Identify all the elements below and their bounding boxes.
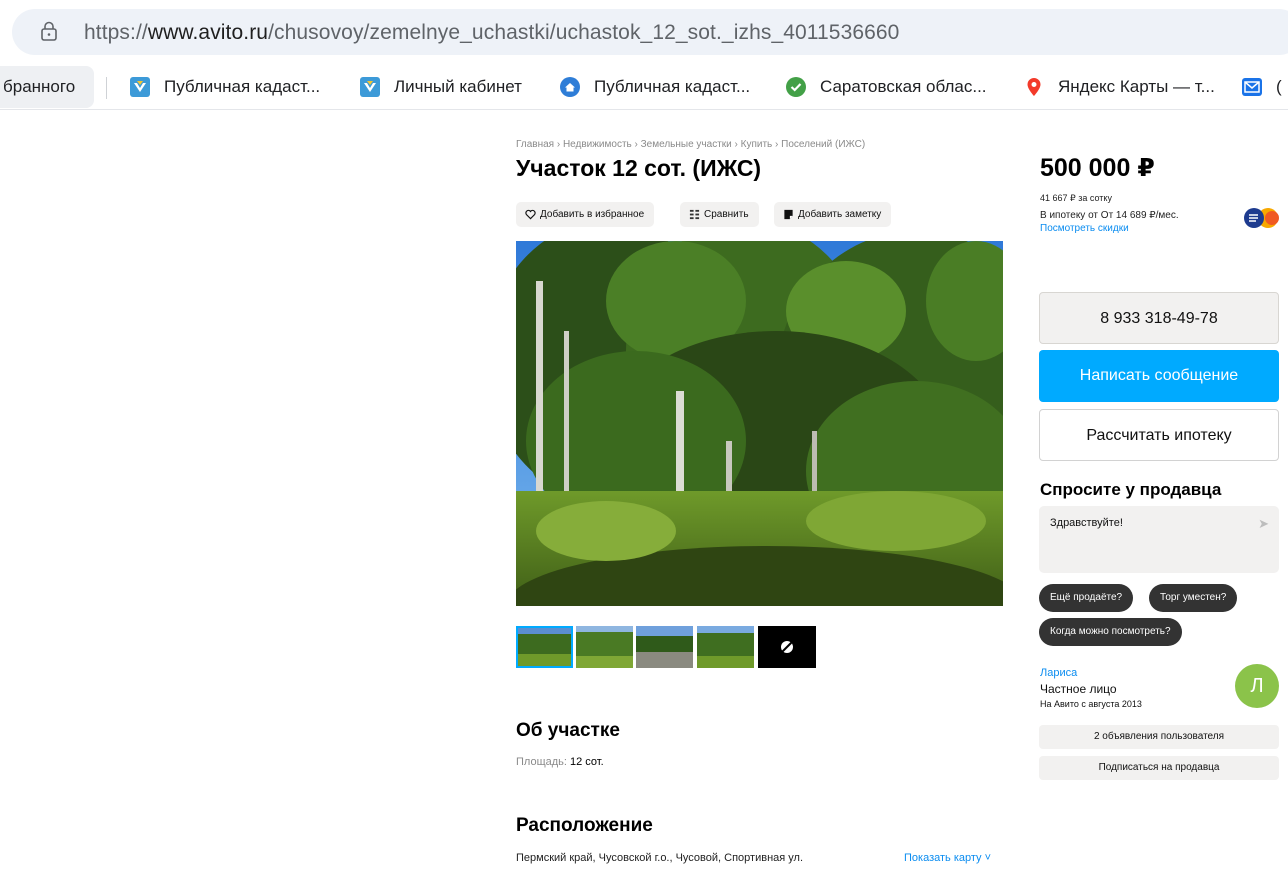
url-text[interactable]: https://www.avito.ru/chusovoy/zemelnye_u… <box>84 21 899 45</box>
forest-thumbnail-image <box>516 626 573 668</box>
map-pin-icon <box>1027 78 1041 96</box>
bookmark-label: Публичная кадаст... <box>164 77 321 96</box>
favorite-label: Добавить в избранное <box>540 209 645 220</box>
subscribe-seller-button[interactable]: Подписаться на продавца <box>1039 756 1279 780</box>
check-circle-icon <box>786 77 806 97</box>
compare-button[interactable]: Сравнить <box>680 202 759 227</box>
note-icon <box>784 209 793 220</box>
mail-icon <box>1242 78 1262 96</box>
thumbnail[interactable] <box>576 626 633 668</box>
main-photo[interactable] <box>516 241 1003 606</box>
bookmark-item[interactable]: Саратовская облас... <box>786 74 1000 100</box>
seller-type: Частное лицо <box>1040 682 1117 696</box>
note-label: Добавить заметку <box>798 209 882 220</box>
show-map-link[interactable]: Показать карту ˅ <box>904 852 991 864</box>
forest-thumbnail-image <box>697 626 754 668</box>
area-label: Площадь: <box>516 756 567 768</box>
rosreestr-icon <box>360 77 380 97</box>
more-photos-thumbnail[interactable] <box>758 626 816 668</box>
discounts-link[interactable]: Посмотреть скидки <box>1040 223 1129 234</box>
camera-off-icon <box>781 641 793 653</box>
bookmark-label: Яндекс Карты — т... <box>1058 77 1215 96</box>
url-field[interactable]: https://www.avito.ru/chusovoy/zemelnye_u… <box>12 9 1288 55</box>
quick-question-chip[interactable]: Торг уместен? <box>1149 584 1238 612</box>
bank-logos-icon <box>1244 208 1279 228</box>
forest-photo-image <box>516 241 1003 606</box>
bookmark-item[interactable]: бранного <box>0 66 94 108</box>
page-title: Участок 12 сот. (ИЖС) <box>516 155 762 181</box>
bookmark-item[interactable]: Публичная кадаст... <box>130 74 340 100</box>
about-heading: Об участке <box>516 720 620 741</box>
quick-question-chip[interactable]: Ещё продаёте? <box>1039 584 1134 612</box>
area-param: Площадь: 12 сот. <box>516 756 604 768</box>
price-per-unit: 41 667 ₽ за сотку <box>1040 193 1112 203</box>
user-ads-button[interactable]: 2 объявления пользователя <box>1039 725 1279 749</box>
seller-since: На Авито с августа 2013 <box>1040 699 1142 709</box>
address: Пермский край, Чусовской г.о., Чусовой, … <box>516 852 804 864</box>
ask-seller-input[interactable]: Здравствуйте! ➤ <box>1039 506 1279 573</box>
quick-question-chip[interactable]: Когда можно посмотреть? <box>1039 618 1182 646</box>
home-icon <box>560 77 580 97</box>
bookmark-label: Публичная кадаст... <box>594 77 751 96</box>
add-note-button[interactable]: Добавить заметку <box>774 202 892 227</box>
send-icon[interactable]: ➤ <box>1258 516 1269 532</box>
compare-icon <box>689 209 700 220</box>
area-value: 12 сот. <box>570 756 604 768</box>
bookmark-label: Саратовская облас... <box>820 77 987 96</box>
compare-label: Сравнить <box>704 209 749 220</box>
thumbnail[interactable] <box>697 626 754 668</box>
bookmark-item[interactable]: Публичная кадаст... <box>560 74 770 100</box>
browser-address-bar: https://www.avito.ru/chusovoy/zemelnye_u… <box>0 0 1288 64</box>
ask-seller-text: Здравствуйте! <box>1050 517 1123 529</box>
rosreestr-icon <box>130 77 150 97</box>
show-phone-button[interactable]: 8 933 318-49-78 <box>1039 292 1279 344</box>
bookmark-item[interactable]: Личный кабинет <box>360 74 540 100</box>
bookmark-label: Личный кабинет <box>394 77 522 96</box>
heart-icon <box>525 209 536 220</box>
ask-seller-heading: Спросите у продавца <box>1040 480 1222 499</box>
forest-thumbnail-image <box>636 626 693 668</box>
mortgage-info: В ипотеку от От 14 689 ₽/мес. <box>1040 210 1179 221</box>
bookmark-label: ( <box>1276 77 1282 96</box>
calculate-mortgage-button[interactable]: Рассчитать ипотеку <box>1039 409 1279 461</box>
avatar[interactable]: Л <box>1235 664 1279 708</box>
bookmark-item[interactable]: ( <box>1242 74 1288 100</box>
lock-icon[interactable] <box>40 21 58 41</box>
bookmarks-bar: бранного Публичная кадаст... Личный каби… <box>0 64 1288 110</box>
location-heading: Расположение <box>516 815 653 836</box>
breadcrumb[interactable]: Главная › Недвижимость › Земельные участ… <box>516 139 865 150</box>
seller-name-link[interactable]: Лариса <box>1040 667 1077 679</box>
thumbnail[interactable] <box>636 626 693 668</box>
write-message-button[interactable]: Написать сообщение <box>1039 350 1279 402</box>
thumbnail[interactable] <box>516 626 573 668</box>
forest-thumbnail-image <box>576 626 633 668</box>
bookmarks-divider <box>106 77 107 99</box>
bookmark-item[interactable]: Яндекс Карты — т... <box>1024 74 1220 100</box>
add-to-favorites-button[interactable]: Добавить в избранное <box>516 202 655 227</box>
price: 500 000 ₽ <box>1040 154 1155 182</box>
